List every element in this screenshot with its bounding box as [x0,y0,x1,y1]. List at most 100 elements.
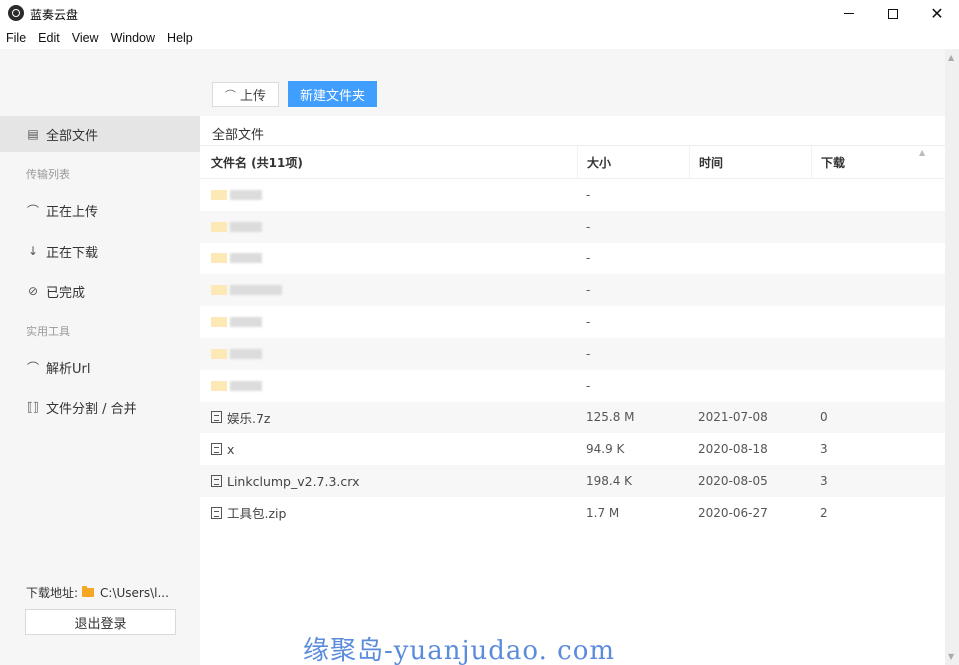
menu-edit[interactable]: Edit [38,31,60,45]
redacted-text [230,348,262,359]
file-row[interactable]: 娱乐.7z 125.8 M 2021-07-08 0 [200,401,945,434]
sidebar-item-label: 解析Url [46,361,91,377]
redacted-folder-name [211,348,262,359]
split-icon: ⟦⟧ [27,400,39,414]
window-scrollbar[interactable]: ▲ ▼ [945,49,959,665]
scroll-down-icon[interactable]: ▼ [948,652,954,661]
redacted-folder-name [211,285,282,296]
redacted-folder-name [211,253,262,264]
file-name-cell: 工具包.zip [200,503,577,522]
scroll-up-icon[interactable]: ▲ [919,148,925,157]
window-title: 蓝奏云盘 [30,8,79,22]
upload-button[interactable]: ⌒ 上传 [212,82,279,107]
downloads-cell: 3 [820,442,828,457]
app-window: 蓝奏云盘 ✕ File Edit View Window Help ▤ 全部文件… [0,0,959,665]
folder-icon [211,348,227,359]
sidebar-item-split-merge[interactable]: ⟦⟧ 文件分割 / 合并 [0,389,200,425]
menu-help[interactable]: Help [167,31,193,45]
column-header-time[interactable]: 时间 [689,145,811,179]
sidebar-item-label: 已完成 [46,285,86,301]
transfer-list-heading: 传输列表 [26,168,70,181]
sidebar-item-label: 全部文件 [46,128,99,144]
breadcrumb[interactable]: 全部文件 [212,124,264,143]
folder-icon [82,586,95,597]
sidebar-item-all-files[interactable]: ▤ 全部文件 [0,116,200,152]
folder-row[interactable]: - [200,243,945,275]
download-path-label: 下载地址: [26,586,79,600]
file-icon [211,411,222,424]
file-icon: ▤ [27,127,39,141]
column-header-name[interactable]: 文件名 (共11项) [200,146,577,179]
folder-row[interactable]: - [200,179,945,211]
folder-row[interactable]: - [200,337,945,370]
cloud-upload-icon: ⌒ [224,88,236,102]
new-folder-button[interactable]: 新建文件夹 [288,81,377,107]
sidebar-item-completed[interactable]: ⊘ 已完成 [0,273,200,309]
menu-file[interactable]: File [6,31,26,45]
folder-row[interactable]: - [200,370,945,402]
file-name: 工具包.zip [227,506,287,522]
redacted-text [230,221,262,232]
redacted-text [230,285,282,296]
folder-row[interactable]: - [200,274,945,307]
sidebar-item-label: 文件分割 / 合并 [46,401,137,417]
column-header-downloads[interactable]: 下载 [811,145,917,179]
file-name: 娱乐.7z [227,410,271,426]
size-cell: 1.7 M [586,505,620,520]
file-name-cell: 娱乐.7z [200,408,577,427]
size-cell: - [586,315,591,330]
redacted-folder-name [211,380,262,391]
minimize-button[interactable] [826,0,872,27]
sidebar-item-parse-url[interactable]: ⌒ 解析Url [0,349,200,385]
file-row[interactable]: 工具包.zip 1.7 M 2020-06-27 2 [200,497,945,529]
sidebar-item-downloading[interactable]: ↓ 正在下载 [0,233,200,269]
download-path[interactable]: 下载地址: C:\Users\l... [26,584,169,601]
folder-icon [211,253,227,264]
minimize-icon [844,13,854,14]
sidebar-item-label: 正在上传 [46,204,99,220]
time-cell: 2020-08-05 [698,474,768,489]
cloud-upload-icon: ⌒ [26,203,39,218]
close-icon: ✕ [930,4,944,23]
file-icon [211,443,222,456]
table-scrollbar[interactable]: ▲ [916,146,930,665]
main-panel: ⌒ 上传 新建文件夹 全部文件 文件名 (共11项) 大小 时间 下载 - - - -… [200,49,945,665]
redacted-folder-name [211,221,262,232]
folder-row[interactable]: - [200,210,945,243]
file-name: x [227,441,235,457]
file-row[interactable]: Linkclump_v2.7.3.crx 198.4 K 2020-08-05 3 [200,465,945,497]
maximize-icon [888,8,898,19]
folder-name-cell [200,253,577,264]
column-header-size[interactable]: 大小 [577,145,689,179]
downloads-cell: 2 [820,505,828,520]
folder-name-cell [200,189,577,200]
check-circle-icon: ⊘ [27,284,39,298]
logout-button[interactable]: 退出登录 [25,609,176,635]
title-bar: 蓝奏云盘 ✕ [0,0,959,27]
close-button[interactable]: ✕ [914,0,959,27]
maximize-button[interactable] [870,0,916,27]
menu-window[interactable]: Window [111,31,155,45]
scroll-up-icon[interactable]: ▲ [948,53,954,62]
folder-name-cell [200,348,577,359]
size-cell: - [586,219,591,234]
folder-icon [211,380,227,391]
time-cell: 2020-06-27 [698,505,768,520]
size-cell: - [586,346,591,361]
cloud-icon: ⌒ [26,360,39,375]
size-cell: - [586,187,591,202]
folder-row[interactable]: - [200,306,945,338]
time-cell: 2021-07-08 [698,410,768,425]
tools-heading: 实用工具 [26,325,70,338]
menu-view[interactable]: View [72,31,99,45]
file-row[interactable]: x 94.9 K 2020-08-18 3 [200,433,945,465]
folder-name-cell [200,380,577,391]
size-cell: - [586,283,591,298]
redacted-text [230,380,262,391]
app-logo-icon [8,5,24,21]
file-icon [211,475,222,488]
sidebar: ▤ 全部文件 传输列表 ⌒ 正在上传 ↓ 正在下载 ⊘ 已完成 实用工具 ⌒ 解… [0,49,200,665]
sidebar-item-uploading[interactable]: ⌒ 正在上传 [0,192,200,228]
file-name-cell: x [200,442,577,457]
folder-icon [211,221,227,232]
